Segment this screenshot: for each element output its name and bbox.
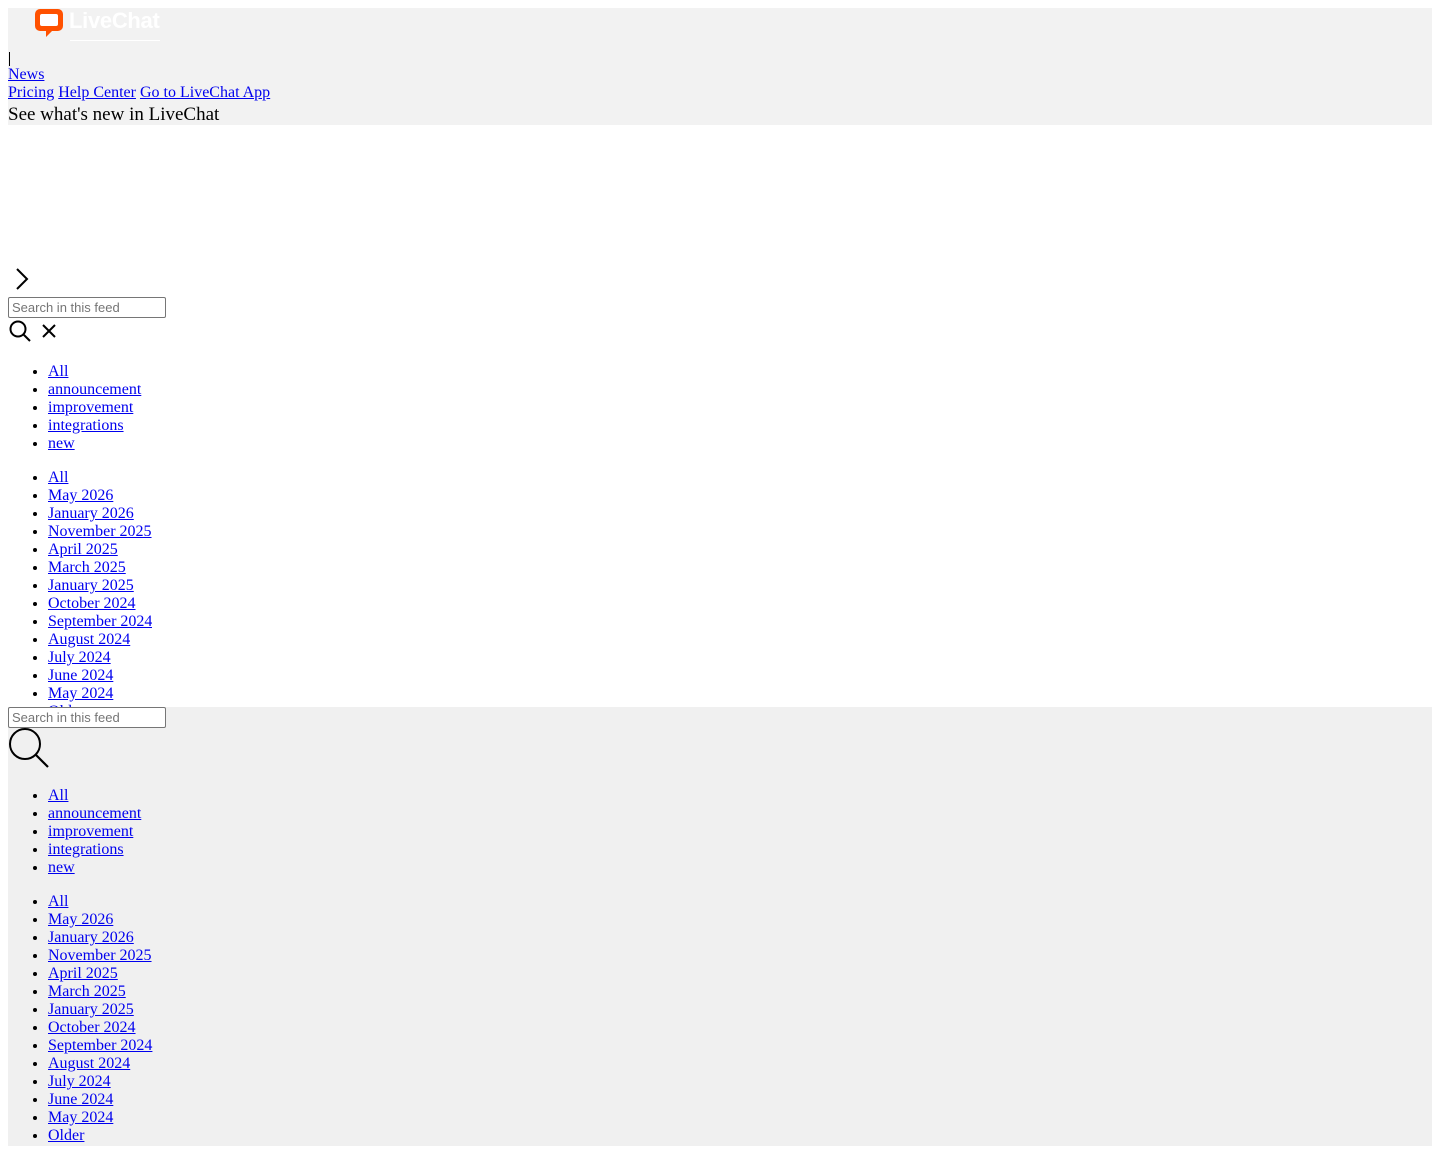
month-filter-link[interactable]: January 2026 bbox=[48, 929, 134, 946]
tag-filter-new[interactable]: new bbox=[48, 859, 75, 876]
list-item: March 2025 bbox=[48, 559, 152, 577]
list-item: Older bbox=[48, 1127, 152, 1145]
month-filter-link[interactable]: April 2025 bbox=[48, 541, 118, 558]
list-item: All bbox=[48, 469, 152, 487]
page-title: See what's new in LiveChat bbox=[8, 104, 220, 125]
month-filter-link[interactable]: May 2024 bbox=[48, 685, 113, 702]
list-item: new bbox=[48, 435, 141, 453]
month-filter-link[interactable]: November 2025 bbox=[48, 523, 152, 540]
tag-filter-all[interactable]: All bbox=[48, 787, 68, 804]
nav-news-link[interactable]: News bbox=[8, 66, 44, 84]
list-item: All bbox=[48, 787, 141, 805]
livechat-logo[interactable]: LiveChat bbox=[34, 8, 160, 48]
header: LiveChat News Pricing Help Center Go to … bbox=[8, 8, 1432, 125]
tag-filter-list: All announcement improvement integration… bbox=[8, 363, 141, 453]
tag-filter-announcement[interactable]: announcement bbox=[48, 805, 141, 822]
month-filter-link[interactable]: June 2024 bbox=[48, 667, 113, 684]
list-item: May 2026 bbox=[48, 487, 152, 505]
list-item: September 2024 bbox=[48, 1037, 152, 1055]
list-item: March 2025 bbox=[48, 983, 152, 1001]
logo-wordmark: LiveChat bbox=[69, 8, 160, 33]
list-item: September 2024 bbox=[48, 613, 152, 631]
list-item: April 2025 bbox=[48, 541, 152, 559]
list-item: May 2024 bbox=[48, 1109, 152, 1127]
month-filter-link[interactable]: January 2025 bbox=[48, 577, 134, 594]
tag-filter-integrations[interactable]: integrations bbox=[48, 417, 124, 434]
month-filter-link[interactable]: August 2024 bbox=[48, 631, 130, 648]
list-item: April 2025 bbox=[48, 965, 152, 983]
logo-underline bbox=[70, 34, 160, 41]
tag-filter-new[interactable]: new bbox=[48, 435, 75, 452]
list-item: January 2026 bbox=[48, 929, 152, 947]
tag-filter-improvement[interactable]: improvement bbox=[48, 399, 133, 416]
tag-filter-all[interactable]: All bbox=[48, 363, 68, 380]
month-filter-link[interactable]: July 2024 bbox=[48, 649, 111, 666]
month-filter-link[interactable]: January 2026 bbox=[48, 505, 134, 522]
mobile-filter-panel: All announcement improvement integration… bbox=[8, 707, 1432, 1146]
tag-filter-improvement[interactable]: improvement bbox=[48, 823, 133, 840]
list-item: June 2024 bbox=[48, 1091, 152, 1109]
month-filter-list: All May 2026 January 2026 November 2025 … bbox=[8, 469, 152, 709]
list-item: integrations bbox=[48, 417, 141, 435]
list-item: May 2024 bbox=[48, 685, 152, 703]
list-item: announcement bbox=[48, 381, 141, 399]
list-item: November 2025 bbox=[48, 947, 152, 965]
month-filter-link[interactable]: July 2024 bbox=[48, 1073, 111, 1090]
month-filter-link[interactable]: November 2025 bbox=[48, 947, 152, 964]
list-item: improvement bbox=[48, 823, 141, 841]
list-item: new bbox=[48, 859, 141, 877]
list-item: improvement bbox=[48, 399, 141, 417]
list-item: January 2026 bbox=[48, 505, 152, 523]
chat-bubble-icon bbox=[35, 9, 63, 37]
tag-filter-announcement[interactable]: announcement bbox=[48, 381, 141, 398]
month-filter-link[interactable]: January 2025 bbox=[48, 1001, 134, 1018]
month-filter-link[interactable]: March 2025 bbox=[48, 983, 126, 1000]
nav-links: Pricing Help Center Go to LiveChat App bbox=[8, 84, 270, 102]
list-item: integrations bbox=[48, 841, 141, 859]
month-filter-link[interactable]: October 2024 bbox=[48, 1019, 136, 1036]
month-filter-link[interactable]: June 2024 bbox=[48, 1091, 113, 1108]
list-item: July 2024 bbox=[48, 1073, 152, 1091]
text-cursor bbox=[9, 52, 10, 66]
month-filter-link[interactable]: August 2024 bbox=[48, 1055, 130, 1072]
list-item: November 2025 bbox=[48, 523, 152, 541]
month-filter-link[interactable]: April 2025 bbox=[48, 965, 118, 982]
tag-filter-integrations[interactable]: integrations bbox=[48, 841, 124, 858]
list-item: October 2024 bbox=[48, 595, 152, 613]
month-filter-link[interactable]: May 2026 bbox=[48, 487, 113, 504]
list-item: August 2024 bbox=[48, 631, 152, 649]
list-item: January 2025 bbox=[48, 1001, 152, 1019]
month-filter-link[interactable]: September 2024 bbox=[48, 1037, 152, 1054]
month-filter-link[interactable]: September 2024 bbox=[48, 613, 152, 630]
list-item: All bbox=[48, 893, 152, 911]
list-item: January 2025 bbox=[48, 577, 152, 595]
page: LiveChat News Pricing Help Center Go to … bbox=[8, 8, 1432, 1146]
search-input[interactable] bbox=[8, 707, 166, 728]
search-icon[interactable] bbox=[8, 319, 32, 343]
nav-pricing-link[interactable]: Pricing bbox=[8, 84, 54, 101]
month-filter-link[interactable]: Older bbox=[48, 1127, 84, 1144]
list-item: August 2024 bbox=[48, 1055, 152, 1073]
close-icon[interactable] bbox=[40, 322, 58, 340]
month-filter-link[interactable]: May 2026 bbox=[48, 911, 113, 928]
list-item: October 2024 bbox=[48, 1019, 152, 1037]
month-filter-list: All May 2026 January 2026 November 2025 … bbox=[8, 893, 152, 1145]
month-filter-link[interactable]: October 2024 bbox=[48, 595, 136, 612]
nav-help-center-link[interactable]: Help Center bbox=[58, 84, 136, 101]
chevron-right-icon[interactable] bbox=[12, 266, 32, 292]
list-item: June 2024 bbox=[48, 667, 152, 685]
list-item: All bbox=[48, 363, 141, 381]
month-filter-link[interactable]: May 2024 bbox=[48, 1109, 113, 1126]
tag-filter-list: All announcement improvement integration… bbox=[8, 787, 141, 877]
list-item: announcement bbox=[48, 805, 141, 823]
list-item: July 2024 bbox=[48, 649, 152, 667]
list-item: May 2026 bbox=[48, 911, 152, 929]
month-filter-link[interactable]: All bbox=[48, 893, 68, 910]
nav-livechat-app-link[interactable]: Go to LiveChat App bbox=[140, 84, 270, 101]
month-filter-link[interactable]: March 2025 bbox=[48, 559, 126, 576]
search-input[interactable] bbox=[8, 297, 166, 318]
search-actions bbox=[8, 319, 58, 343]
search-icon[interactable] bbox=[8, 727, 50, 769]
month-filter-link[interactable]: All bbox=[48, 469, 68, 486]
